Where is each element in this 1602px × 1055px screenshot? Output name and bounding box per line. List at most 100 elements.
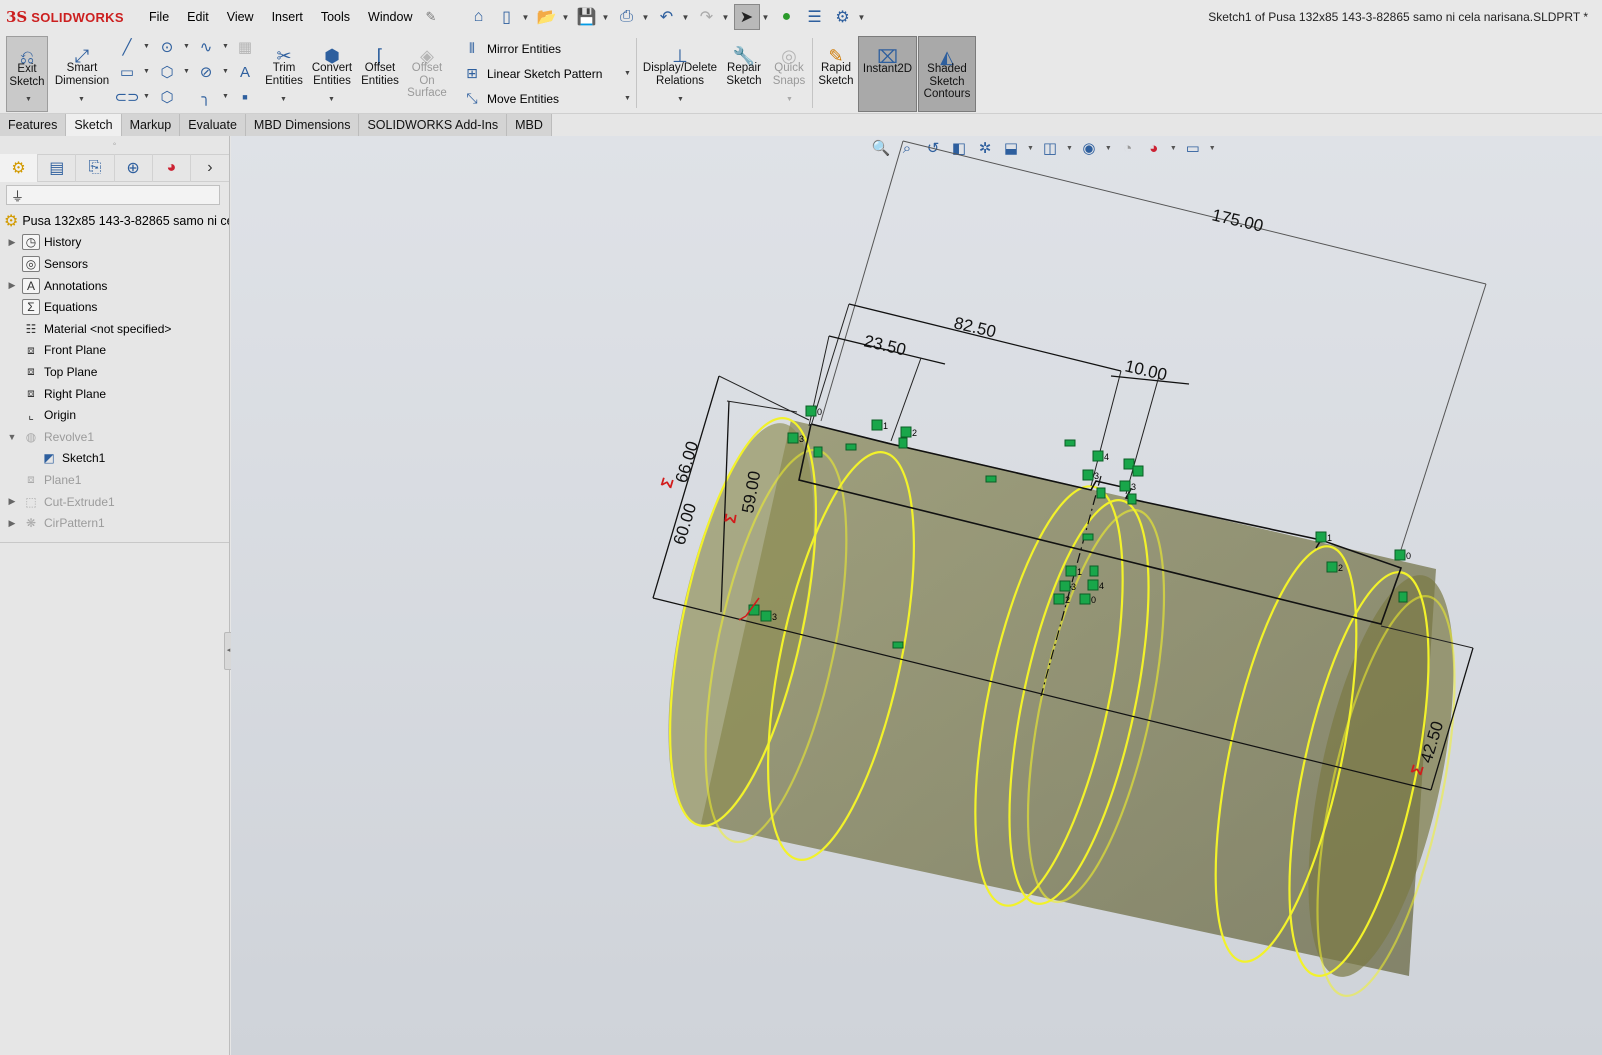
tree-item-revolve1[interactable]: ▼ ◍ Revolve1 — [0, 426, 229, 448]
dimension-175[interactable]: 175.00 — [1210, 205, 1265, 235]
home-icon[interactable]: ⌂ — [466, 4, 492, 30]
menu-insert[interactable]: Insert — [263, 0, 312, 34]
trim-entities-button[interactable]: ✂ Trim Entities — [262, 36, 306, 87]
panel-grip[interactable]: ◦ — [0, 136, 229, 154]
point-icon[interactable]: ■ — [236, 88, 254, 106]
repair-sketch-button[interactable]: 🔧 Repair Sketch — [722, 36, 766, 87]
new-document-icon[interactable]: ▯ — [494, 4, 520, 30]
tab-sketch[interactable]: Sketch — [66, 114, 122, 136]
tree-item-cut-extrude1[interactable]: ▶ ⬚ Cut-Extrude1 — [0, 491, 229, 513]
graphics-area[interactable]: 🔍 ⌕ ↺ ◧ ✲ ⬓ ▼ ◫ ▼ ◉ ▼ ◔ ◕ ▼ ▭ ▼ 175.00 8… — [231, 136, 1602, 1055]
rapid-sketch-button[interactable]: ✎ Rapid Sketch — [815, 36, 857, 87]
exit-sketch-dropdown-icon[interactable]: ▼ — [25, 96, 32, 103]
fillet-dropdown-icon[interactable]: ▼ — [222, 93, 229, 100]
tab-mbd[interactable]: MBD — [507, 114, 552, 136]
spline-icon[interactable]: ∿ — [197, 38, 215, 56]
redo-icon[interactable]: ↷ — [694, 4, 720, 30]
tab-solidworks-add-ins[interactable]: SOLIDWORKS Add-Ins — [359, 114, 508, 136]
open-dropdown-icon[interactable]: ▼ — [562, 13, 572, 22]
undo-dropdown-icon[interactable]: ▼ — [682, 13, 692, 22]
tree-item-annotations[interactable]: ▶ A Annotations — [0, 275, 229, 297]
property-manager-tab-icon[interactable]: ▤ — [38, 154, 77, 182]
dimxpert-manager-tab-icon[interactable]: ⊕ — [115, 154, 153, 182]
tab-features[interactable]: Features — [0, 114, 67, 136]
feature-manager-tab-icon[interactable]: ⚙ — [0, 154, 39, 182]
relations-dropdown-icon[interactable]: ▼ — [677, 96, 684, 103]
tree-item-sketch1[interactable]: ◩ Sketch1 — [0, 448, 229, 470]
instant2d-button[interactable]: ⌧ Instant2D — [858, 36, 917, 112]
new-dropdown-icon[interactable]: ▼ — [522, 13, 532, 22]
tab-evaluate[interactable]: Evaluate — [180, 114, 246, 136]
move-entities-button[interactable]: ⤡ Move Entities — [463, 90, 559, 107]
collapse-arrow-icon[interactable]: ▼ — [6, 432, 18, 442]
convert-dropdown-icon[interactable]: ▼ — [328, 96, 335, 103]
expand-arrow-icon[interactable]: ▶ — [6, 280, 18, 291]
fillet-icon[interactable]: ╮ — [197, 88, 215, 106]
open-icon[interactable]: 📂 — [534, 4, 560, 30]
dimension-10[interactable]: 10.00 — [1123, 356, 1169, 384]
tree-item-material[interactable]: ☷ Material <not specified> — [0, 318, 229, 340]
line-dropdown-icon[interactable]: ▼ — [143, 43, 150, 50]
tree-root-part[interactable]: ⚙ Pusa 132x85 143-3-82865 samo ni cela n… — [0, 210, 229, 232]
menu-file[interactable]: File — [140, 0, 178, 34]
line-icon[interactable]: ╱ — [118, 38, 136, 56]
solidworks-logo[interactable]: 3S SOLIDWORKS — [0, 8, 140, 26]
offset-on-surface-button[interactable]: ◈ Offset On Surface — [405, 36, 449, 100]
slot-dropdown-icon[interactable]: ▼ — [143, 93, 150, 100]
expand-arrow-icon[interactable]: ▶ — [6, 237, 18, 248]
smart-dimension-dropdown-icon[interactable]: ▼ — [78, 96, 85, 103]
offset-entities-button[interactable]: ⌈ Offset Entities — [358, 36, 402, 87]
configuration-manager-tab-icon[interactable]: ⎘ — [76, 154, 115, 182]
options-gear-icon[interactable]: ⚙ — [830, 4, 856, 30]
save-icon[interactable]: 💾 — [574, 4, 600, 30]
tree-item-origin[interactable]: ⌞ Origin — [0, 404, 229, 426]
shaded-sketch-contours-button[interactable]: ◭ Shaded Sketch Contours — [918, 36, 976, 112]
circle-dropdown-icon[interactable]: ▼ — [183, 43, 190, 50]
polygon-icon[interactable]: ⬡ — [158, 63, 176, 81]
select-cursor-icon[interactable]: ➤ — [733, 4, 760, 30]
quick-snaps-dropdown-icon[interactable]: ▼ — [786, 96, 793, 103]
tree-filter-input[interactable]: ⏚ — [6, 185, 220, 205]
pin-icon[interactable]: ✎ — [426, 9, 440, 25]
tree-item-history[interactable]: ▶ ◷ History — [0, 232, 229, 254]
move-dropdown-icon[interactable]: ▼ — [624, 95, 631, 102]
mirror-entities-button[interactable]: ⫴ Mirror Entities — [463, 40, 561, 57]
menu-view[interactable]: View — [218, 0, 263, 34]
slot-icon[interactable]: ⊂⊃ — [114, 88, 139, 106]
tab-markup[interactable]: Markup — [121, 114, 181, 136]
display-manager-tab-icon[interactable]: ◕ — [153, 154, 191, 182]
expand-arrow-icon[interactable]: ▶ — [6, 496, 18, 507]
trim-dropdown-icon[interactable]: ▼ — [280, 96, 287, 103]
tree-item-cirpattern1[interactable]: ▶ ❋ CirPattern1 — [0, 512, 229, 534]
tree-item-top-plane[interactable]: ⧈ Top Plane — [0, 361, 229, 383]
tree-item-equations[interactable]: Σ Equations — [0, 296, 229, 318]
dimension-82-50[interactable]: 82.50 — [952, 313, 998, 341]
circle-icon[interactable]: ⊙ — [158, 38, 176, 56]
expand-arrow-icon[interactable]: ▶ — [6, 518, 18, 529]
tree-item-front-plane[interactable]: ⧈ Front Plane — [0, 340, 229, 362]
undo-icon[interactable]: ↶ — [654, 4, 680, 30]
ellipse-icon[interactable]: ⊘ — [197, 63, 215, 81]
save-dropdown-icon[interactable]: ▼ — [602, 13, 612, 22]
menu-tools[interactable]: Tools — [312, 0, 359, 34]
tab-mbd-dimensions[interactable]: MBD Dimensions — [245, 114, 360, 136]
ellipse-dropdown-icon[interactable]: ▼ — [222, 68, 229, 75]
tree-item-right-plane[interactable]: ⧈ Right Plane — [0, 383, 229, 405]
dimension-66[interactable]: 66.00 — [672, 439, 703, 485]
convert-entities-button[interactable]: ⬢ Convert Entities — [308, 36, 356, 87]
select-dropdown-icon[interactable]: ▼ — [762, 13, 772, 22]
text-icon[interactable]: A — [236, 63, 254, 81]
redo-dropdown-icon[interactable]: ▼ — [722, 13, 732, 22]
rectangle-icon[interactable]: ▭ — [118, 63, 136, 81]
dimension-23-50[interactable]: 23.50 — [862, 331, 908, 359]
rebuild-icon[interactable]: ● — [774, 4, 800, 30]
sketch-picture-icon[interactable]: ▦ — [236, 38, 254, 56]
tree-item-sensors[interactable]: ◎ Sensors — [0, 253, 229, 275]
display-delete-relations-button[interactable]: ⊥ Display/Delete Relations — [640, 36, 720, 87]
more-tabs-chevron-icon[interactable]: › — [191, 154, 229, 182]
smart-dimension-button[interactable]: ⤢ Smart Dimension — [52, 36, 112, 87]
print-icon[interactable]: ⎙ — [614, 4, 640, 30]
linear-pattern-dropdown-icon[interactable]: ▼ — [624, 70, 631, 77]
rectangle-dropdown-icon[interactable]: ▼ — [143, 68, 150, 75]
dimension-60[interactable]: 60.00 — [670, 501, 701, 547]
